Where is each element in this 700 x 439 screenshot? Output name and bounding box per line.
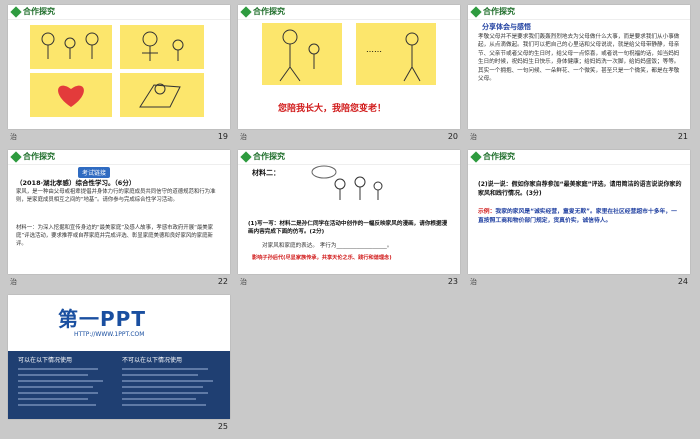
slide-thumb-22[interactable]: 合作探究 考试链接 （2018·湖北孝感）综合性学习。（6分） 家风，是一种由父… bbox=[8, 150, 230, 290]
slide-number: 22 bbox=[217, 277, 228, 286]
ppt-logo: 第一PPT bbox=[58, 307, 146, 331]
drawing-chair-icon bbox=[139, 83, 181, 108]
diamond-icon bbox=[240, 151, 252, 163]
slide-number: 21 bbox=[677, 132, 688, 141]
slide-number: 19 bbox=[217, 132, 228, 141]
slide-corner-label: 治 bbox=[470, 278, 477, 286]
slide-body: 孝敬父母并不是要求我们轰轰烈烈地去为父母做什么大事，而是要求我们从小事做起，从点… bbox=[478, 34, 680, 83]
cartoon-panel-right: …… bbox=[356, 23, 436, 85]
paragraph-1: 家风，是一种由父母或祖辈提倡并身体力行的家庭成员共同信守的道德规范和行为准则，是… bbox=[16, 189, 216, 203]
question-title: （2018·湖北孝感）综合性学习。（6分） bbox=[16, 179, 136, 187]
slide-thumb-20[interactable]: 合作探究 …… 您陪我长大，我陪您变老！ 治 20 bbox=[238, 5, 460, 145]
diamond-icon bbox=[470, 151, 482, 163]
diamond-icon bbox=[10, 151, 22, 163]
cartoon-panel-2 bbox=[120, 25, 204, 69]
drawing-elder-icon bbox=[142, 31, 184, 61]
example-label: 示例： bbox=[478, 209, 496, 215]
slide-header-title: 合作探究 bbox=[483, 152, 515, 161]
fill-blank-line: 对家风和家庭的表达。 孝行为__________________。 bbox=[262, 243, 393, 249]
diamond-icon bbox=[470, 6, 482, 18]
slide-header: 合作探究 bbox=[8, 5, 230, 20]
cartoon-panel-left bbox=[262, 23, 342, 85]
cartoon-panel-1 bbox=[30, 25, 112, 69]
slide-caption: 您陪我长大，我陪您变老！ bbox=[278, 104, 387, 114]
drawing-parent-child-icon bbox=[279, 29, 320, 82]
slide-19: 合作探究 bbox=[8, 5, 230, 129]
cartoon-family-icon bbox=[311, 165, 383, 200]
paragraph-2: 材料一：为深入挖掘和宣传身边的“最美家庭”及感人故事，孝感市政府开展“最美家庭”… bbox=[16, 225, 214, 247]
material-label: 材料二： bbox=[252, 169, 280, 177]
slide-header: 合作探究 bbox=[468, 150, 690, 165]
slide-thumb-23[interactable]: 合作探究 材料二： (1)写一写：材料二是孙仁同学在活动中创作的一幅反映家风的漫… bbox=[238, 150, 460, 290]
slide-header: 合作探究 bbox=[238, 150, 460, 165]
example-text: 我家的家风是“诚实经营，童叟无欺”。家里在社区经营超市十多年，一直按照工商和物价… bbox=[478, 209, 677, 224]
slide-thumb-21[interactable]: 合作探究 分享体会与感悟 孝敬父母并不是要求我们轰轰烈烈地去为父母做什么大事，而… bbox=[468, 5, 690, 145]
slide-header-title: 合作探究 bbox=[483, 7, 515, 16]
slide-thumb-25[interactable]: 第一PPT HTTP://WWW.1PPT.COM 可以在以下情况使用 不可以在… bbox=[8, 295, 230, 435]
slide-corner-label: 治 bbox=[470, 133, 477, 141]
heart-icon bbox=[58, 85, 84, 107]
slide-header: 合作探究 bbox=[8, 150, 230, 165]
slide-header-title: 合作探究 bbox=[253, 152, 285, 161]
slide-22: 合作探究 考试链接 （2018·湖北孝感）综合性学习。（6分） 家风，是一种由父… bbox=[8, 150, 230, 274]
slide-number: 24 bbox=[677, 277, 688, 286]
slide-corner-label: 治 bbox=[240, 278, 247, 286]
usage-panel: 可以在以下情况使用 不可以在以下情况使用 bbox=[8, 351, 230, 419]
slide-thumb-19[interactable]: 合作探究 治 19 bbox=[8, 5, 230, 145]
slide-21: 合作探究 分享体会与感悟 孝敬父母并不是要求我们轰轰烈烈地去为父母做什么大事，而… bbox=[468, 5, 690, 129]
slide-corner-label: 治 bbox=[10, 278, 17, 286]
diamond-icon bbox=[10, 6, 22, 18]
slide-25: 第一PPT HTTP://WWW.1PPT.COM 可以在以下情况使用 不可以在… bbox=[8, 295, 230, 419]
cartoon-panel-4 bbox=[120, 73, 204, 117]
slide-24: 合作探究 (2)说一说：假如你家自荐参加“最美家庭”评选，请用简洁的语言说说你家… bbox=[468, 150, 690, 274]
slide-header: 合作探究 bbox=[238, 5, 460, 20]
slide-subtitle: 分享体会与感悟 bbox=[482, 23, 531, 31]
slide-corner-label: 治 bbox=[10, 133, 17, 141]
question-text: (2)说一说：假如你家自荐参加“最美家庭”评选，请用简洁的语言说说你家的家风和践… bbox=[478, 181, 682, 197]
drawing-elder-walking-icon bbox=[403, 32, 421, 82]
slide-number: 23 bbox=[447, 277, 458, 286]
slide-20: 合作探究 …… 您陪我长大，我陪您变老！ bbox=[238, 5, 460, 129]
answer-text: 影响子孙后代(尽显家族传承，共享天伦之乐、践行和谐理念) bbox=[252, 255, 392, 261]
slide-23: 合作探究 材料二： (1)写一写：材料二是孙仁同学在活动中创作的一幅反映家风的漫… bbox=[238, 150, 460, 274]
cartoon-panel-3 bbox=[30, 73, 112, 117]
slide-thumb-24[interactable]: 合作探究 (2)说一说：假如你家自荐参加“最美家庭”评选，请用简洁的语言说说你家… bbox=[468, 150, 690, 290]
slide-header: 合作探究 bbox=[468, 5, 690, 20]
diamond-icon bbox=[240, 6, 252, 18]
slide-header-title: 合作探究 bbox=[23, 152, 55, 161]
logo-area: 第一PPT HTTP://WWW.1PPT.COM bbox=[8, 295, 230, 351]
slide-corner-label: 治 bbox=[240, 133, 247, 141]
slide-header-title: 合作探究 bbox=[253, 7, 285, 16]
slide-header-title: 合作探究 bbox=[23, 7, 55, 16]
slide-number: 25 bbox=[217, 422, 228, 431]
drawing-family-icon bbox=[41, 32, 99, 59]
link-lines-graphic bbox=[18, 368, 213, 406]
slide-number: 20 bbox=[447, 132, 458, 141]
question-text: (1)写一写：材料二是孙仁同学在活动中创作的一幅反映家风的漫画，请你根据漫画内容… bbox=[248, 221, 448, 235]
example-block: 示例：我家的家风是“诚实经营，童叟无欺”。家里在社区经营超市十多年，一直按照工商… bbox=[478, 208, 682, 226]
site-url: HTTP://WWW.1PPT.COM bbox=[74, 331, 145, 338]
